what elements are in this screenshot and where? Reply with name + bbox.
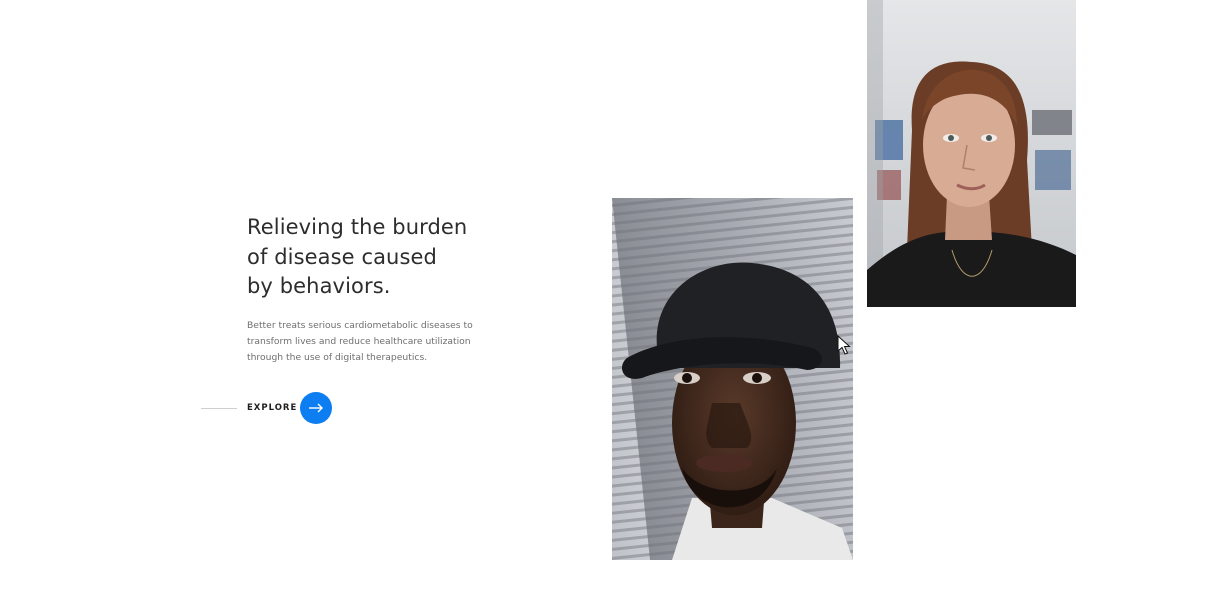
headline-line: of disease caused bbox=[247, 244, 437, 269]
description-line: Better treats serious cardiometabolic di… bbox=[247, 320, 473, 331]
explore-divider-line bbox=[201, 408, 237, 409]
hero-section: Relieving the burden of disease caused b… bbox=[0, 0, 1225, 613]
explore-link[interactable]: EXPLORE bbox=[247, 402, 297, 414]
hero-headline: Relieving the burden of disease caused b… bbox=[247, 213, 507, 302]
portrait-man-image bbox=[612, 198, 853, 560]
headline-line: Relieving the burden bbox=[247, 215, 468, 239]
explore-button[interactable] bbox=[300, 392, 332, 424]
description-line: through the use of digital therapeutics. bbox=[247, 352, 428, 363]
headline-line: by behaviors. bbox=[247, 274, 391, 298]
portrait-woman-image bbox=[867, 0, 1076, 307]
arrow-right-icon bbox=[309, 403, 323, 413]
hero-description: Better treats serious cardiometabolic di… bbox=[247, 318, 497, 366]
description-line: transform lives and reduce healthcare ut… bbox=[247, 336, 471, 347]
mouse-cursor-icon bbox=[837, 335, 851, 355]
